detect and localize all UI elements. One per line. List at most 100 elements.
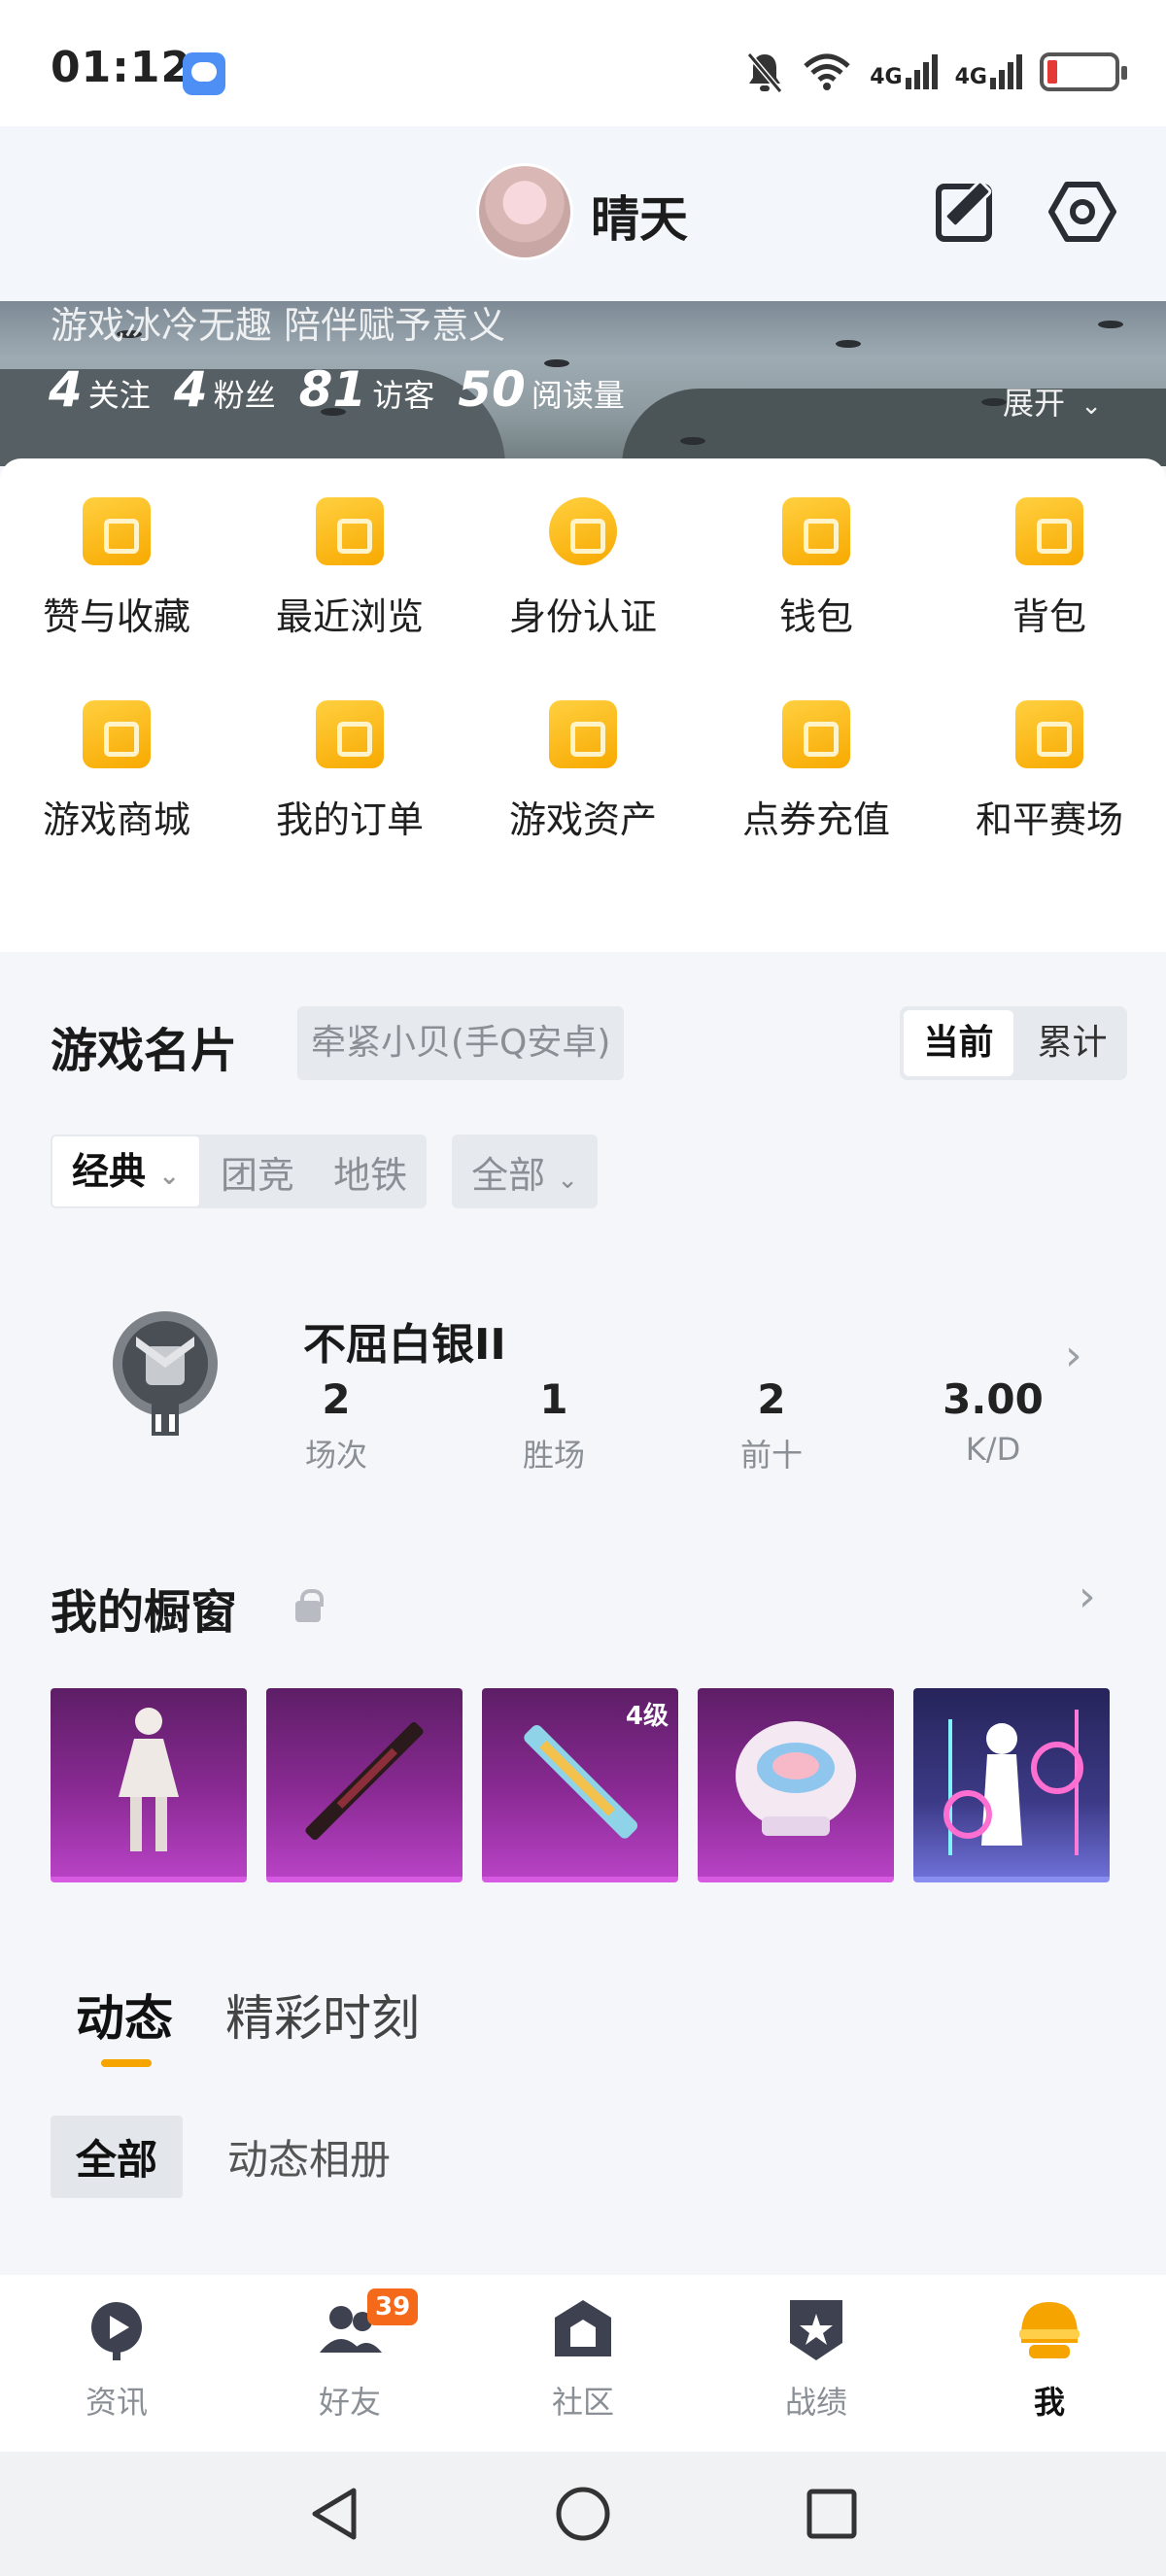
menu-voucher-recharge[interactable]: 点券充值 <box>700 700 933 843</box>
menu-backpack[interactable]: 背包 <box>933 497 1166 640</box>
showcase-item-emote[interactable] <box>913 1688 1110 1882</box>
nav-news[interactable]: 资讯 <box>0 2275 233 2452</box>
cellular-signal-1: 4G <box>870 54 938 89</box>
mode-classic-dropdown[interactable]: 经典 ⌄ <box>52 1136 200 1206</box>
rank-stat-top10: 2 前十 <box>739 1375 803 1474</box>
banner-bird <box>1098 321 1123 328</box>
rank-name: 不屈白银II <box>303 1320 506 1370</box>
game-card-section: 游戏名片 牵紧小贝(手Q安卓) 当前 累计 经典 ⌄ 团竞 地铁 全部 ⌄ 不屈… <box>0 967 1166 1521</box>
menu-grid: 赞与收藏 最近浏览 身份认证 钱包 背包 游戏商城 我的订单 游戏资产 点券充值… <box>0 497 1166 843</box>
showcase-item-outfit[interactable] <box>51 1688 247 1882</box>
game-card-title: 游戏名片 <box>51 1024 238 1078</box>
mode-filter-group: 经典 ⌄ 团竞 地铁 <box>51 1135 428 1208</box>
stat-follow[interactable]: 4 关注 <box>49 361 151 418</box>
menu-identity-verify[interactable]: 身份认证 <box>466 497 700 640</box>
feed-subtabs: 全部 动态相册 <box>51 2116 391 2198</box>
profile-stats: 4 关注 4 粉丝 81 访客 50 阅读量 <box>49 361 625 418</box>
record-icon <box>790 2300 842 2360</box>
rank-stat-kd: 3.00 K/D <box>943 1375 1044 1468</box>
system-navigation-bar <box>0 2452 1166 2576</box>
stat-reads[interactable]: 50 阅读量 <box>458 361 625 418</box>
mode-filters: 经典 ⌄ 团竞 地铁 全部 ⌄ <box>51 1135 598 1208</box>
backpack-icon <box>1015 497 1083 565</box>
mode-team-battle[interactable]: 团竞 <box>201 1145 314 1199</box>
banner-bird <box>680 437 705 445</box>
expand-button[interactable]: 展开 ⌄ <box>1003 379 1102 424</box>
mute-bell-icon <box>746 52 783 93</box>
chevron-down-icon: ⌄ <box>557 1165 578 1195</box>
me-helmet-icon <box>1019 2302 1080 2358</box>
home-icon[interactable] <box>554 2485 612 2543</box>
showcase-item-weapon[interactable] <box>266 1688 463 1882</box>
game-store-icon <box>83 700 151 768</box>
showcase-item-parachute[interactable] <box>698 1688 894 1882</box>
recent-browse-icon <box>316 497 384 565</box>
showcase-items: 4级 <box>51 1688 1110 1882</box>
subtab-all[interactable]: 全部 <box>51 2116 184 2198</box>
settings-icon[interactable] <box>1047 177 1117 247</box>
menu-game-store[interactable]: 游戏商城 <box>0 700 233 843</box>
showcase-item-rifle[interactable]: 4级 <box>482 1688 678 1882</box>
stats-range-toggle: 当前 累计 <box>900 1006 1127 1080</box>
rank-summary-row[interactable]: 不屈白银II 2 场次 1 胜场 2 前十 3.00 K/D › <box>0 1288 1166 1482</box>
bottom-navigation: 资讯 39 好友 社区 战绩 我 <box>0 2275 1166 2452</box>
lock-icon <box>295 1589 324 1622</box>
mode-metro[interactable]: 地铁 <box>314 1145 427 1199</box>
feed-tabs: 动态 精彩时刻 <box>76 1980 420 2067</box>
profile-banner: 游戏冰冷无趣 陪伴赋予意义 4 关注 4 粉丝 81 访客 50 阅读量 展开 ⌄ <box>0 301 1166 466</box>
nickname: 晴天 <box>591 191 688 248</box>
stat-visitors[interactable]: 81 访客 <box>299 361 435 418</box>
battery-icon <box>1040 52 1127 91</box>
menu-game-assets[interactable]: 游戏资产 <box>466 700 700 843</box>
heart-bookmark-icon <box>83 497 151 565</box>
menu-card: 赞与收藏 最近浏览 身份认证 钱包 背包 游戏商城 我的订单 游戏资产 点券充值… <box>0 458 1166 952</box>
recents-icon[interactable] <box>805 2487 859 2541</box>
status-time: 01:12 <box>51 43 192 92</box>
nav-community[interactable]: 社区 <box>466 2275 700 2452</box>
menu-orders[interactable]: 我的订单 <box>233 700 466 843</box>
menu-likes-favorites[interactable]: 赞与收藏 <box>0 497 233 640</box>
toggle-current[interactable]: 当前 <box>904 1010 1013 1076</box>
news-icon <box>91 2302 142 2360</box>
status-bar: 01:12 4G 4G <box>0 0 1166 126</box>
orders-icon <box>316 700 384 768</box>
showcase-title: 我的橱窗 <box>51 1585 238 1640</box>
back-icon[interactable] <box>307 2485 361 2543</box>
subtab-album[interactable]: 动态相册 <box>227 2127 391 2186</box>
chevron-right-icon: › <box>1065 1331 1082 1380</box>
nav-friends[interactable]: 39 好友 <box>233 2275 466 2452</box>
voucher-recharge-icon <box>782 700 850 768</box>
friends-count-badge: 39 <box>367 2288 419 2325</box>
banner-bird <box>836 340 861 348</box>
cellular-signal-2: 4G <box>955 54 1022 89</box>
rank-stat-matches: 2 场次 <box>304 1375 367 1474</box>
feed-section: 动态 精彩时刻 全部 动态相册 <box>0 1941 1166 2275</box>
game-account-selector[interactable]: 牵紧小贝(手Q安卓) <box>297 1006 625 1080</box>
scope-filter-dropdown[interactable]: 全部 ⌄ <box>452 1135 598 1208</box>
menu-recent-browse[interactable]: 最近浏览 <box>233 497 466 640</box>
toggle-cumulative[interactable]: 累计 <box>1017 1006 1127 1080</box>
tab-posts[interactable]: 动态 <box>76 1980 173 2067</box>
nav-me[interactable]: 我 <box>933 2275 1166 2452</box>
wallet-icon <box>782 497 850 565</box>
edit-icon[interactable] <box>933 177 1003 247</box>
chevron-right-icon[interactable]: › <box>1079 1572 1096 1621</box>
community-icon <box>555 2300 611 2356</box>
status-icons: 4G 4G <box>745 45 1127 99</box>
showcase-section: 我的橱窗 › 4级 <box>0 1533 1166 1925</box>
parachute-icon <box>736 1721 856 1836</box>
message-notification-icon <box>183 52 225 95</box>
chevron-down-icon: ⌄ <box>1080 391 1102 421</box>
chevron-down-icon: ⌄ <box>158 1162 181 1191</box>
nav-record[interactable]: 战绩 <box>700 2275 933 2452</box>
menu-wallet[interactable]: 钱包 <box>700 497 933 640</box>
game-assets-icon <box>549 700 617 768</box>
stat-fans[interactable]: 4 粉丝 <box>174 361 276 418</box>
menu-peace-arena[interactable]: 和平赛场 <box>933 700 1166 843</box>
rank-stat-wins: 1 胜场 <box>522 1375 585 1474</box>
rank-medal-icon <box>113 1311 218 1436</box>
outfit-figure-icon <box>119 1708 179 1851</box>
tab-highlights[interactable]: 精彩时刻 <box>225 1980 420 2050</box>
avatar[interactable] <box>476 163 573 260</box>
identity-verify-icon <box>549 497 617 565</box>
